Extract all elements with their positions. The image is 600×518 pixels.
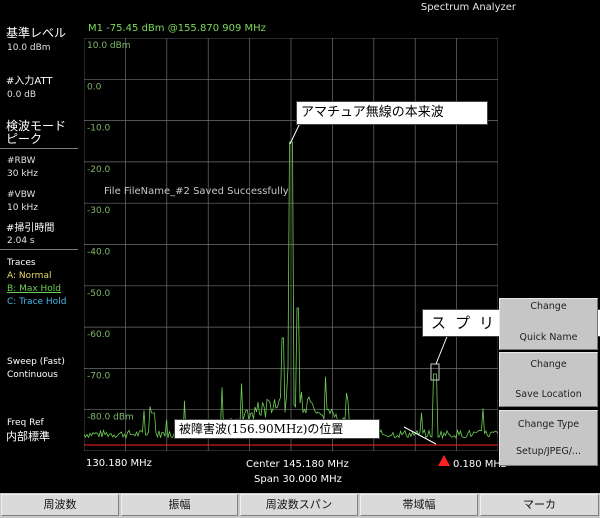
input-att-value[interactable]: 0.0 dB xyxy=(7,89,36,101)
trace-c[interactable]: C: Trace Hold xyxy=(7,296,66,308)
menu-frequency[interactable]: 周波数 xyxy=(1,494,119,516)
softkey-change-save-location[interactable]: Change Save Location xyxy=(499,352,598,407)
y-axis-label: -20.0 xyxy=(87,165,111,175)
y-axis-label: -60.0 xyxy=(87,330,111,340)
freq-ref-label: Freq Ref xyxy=(7,418,44,428)
softkey-line2: Quick Name xyxy=(519,332,578,343)
y-axis-label: -30.0 xyxy=(87,206,111,216)
spectrum-graph[interactable]: 10.0 dBm 0.0 -10.0 -20.0 -30.0 -40.0 -50.0 -60.… xyxy=(84,38,498,451)
menu-span[interactable]: 周波数スパン xyxy=(240,494,358,516)
trace-b[interactable]: B: Max Hold xyxy=(7,283,61,295)
center-frequency[interactable]: Center 145.180 MHz xyxy=(246,459,349,470)
softkey-change-quick-name[interactable]: Change Quick Name xyxy=(499,298,598,350)
span-frequency[interactable]: Span 30.000 MHz xyxy=(254,474,342,485)
rbw-label: #RBW xyxy=(7,156,36,166)
panel-divider xyxy=(0,148,78,149)
softkey-line2: Setup/JPEG/... xyxy=(515,446,581,457)
start-frequency[interactable]: 130.180 MHz xyxy=(86,458,152,469)
ref-level-value[interactable]: 10.0 dBm xyxy=(7,42,51,54)
bottom-menu-bar: 周波数 振幅 周波数スパン 帯域幅 マーカ xyxy=(0,493,600,518)
freq-ref-value[interactable]: 内部標準 xyxy=(6,430,50,443)
ref-level-label: 基準レベル xyxy=(6,26,67,40)
y-axis-label: -40.0 xyxy=(87,248,111,258)
marker-triangle-icon[interactable] xyxy=(437,454,451,467)
sweep-mode-label: Sweep (Fast) xyxy=(7,357,65,367)
softkey-change-type[interactable]: Change Type Setup/JPEG/... xyxy=(499,410,598,466)
detector-value[interactable]: ピーク xyxy=(6,133,42,146)
y-axis-label: -10.0 xyxy=(87,124,111,134)
sweep-mode-value[interactable]: Continuous xyxy=(7,369,58,381)
trace-a[interactable]: A: Normal xyxy=(7,270,51,282)
y-axis-label: -50.0 xyxy=(87,289,111,299)
sweep-time-value[interactable]: 2.04 s xyxy=(7,235,35,247)
panel-divider xyxy=(0,249,78,250)
y-axis-label: -70.0 xyxy=(87,371,111,381)
rbw-value[interactable]: 30 kHz xyxy=(7,168,38,180)
callout-interference: 被障害波(156.90MHz)の位置 xyxy=(174,419,380,439)
vbw-label: #VBW xyxy=(7,190,36,200)
softkey-line2: Save Location xyxy=(515,389,582,400)
callout-main-signal: アマチュア無線の本来波 xyxy=(296,101,488,125)
y-axis-label: 0.0 xyxy=(87,82,102,92)
settings-panel: 基準レベル 10.0 dBm #入力ATT 0.0 dB 検波モード ピーク #… xyxy=(0,20,80,456)
softkey-line1: Change Type xyxy=(517,419,580,430)
traces-label: Traces xyxy=(7,258,36,268)
menu-amplitude[interactable]: 振幅 xyxy=(121,494,238,516)
sweep-time-label: #掃引時間 xyxy=(6,223,55,234)
y-axis-label: 10.0 dBm xyxy=(87,41,131,51)
menu-marker[interactable]: マーカ xyxy=(480,494,599,516)
softkey-line1: Change xyxy=(530,301,567,312)
status-message: File FileName_#2 Saved Successfully xyxy=(104,186,289,197)
marker-readout: M1 -75.45 dBm @155.870 909 MHz xyxy=(88,23,266,34)
app-title: Spectrum Analyzer xyxy=(420,2,516,13)
softkey-line1: Change xyxy=(530,359,567,370)
input-att-label: #入力ATT xyxy=(6,76,53,87)
vbw-value[interactable]: 10 kHz xyxy=(7,202,38,214)
menu-bandwidth[interactable]: 帯域幅 xyxy=(360,494,478,516)
y-axis-label: -80.0 dBm xyxy=(87,413,134,423)
